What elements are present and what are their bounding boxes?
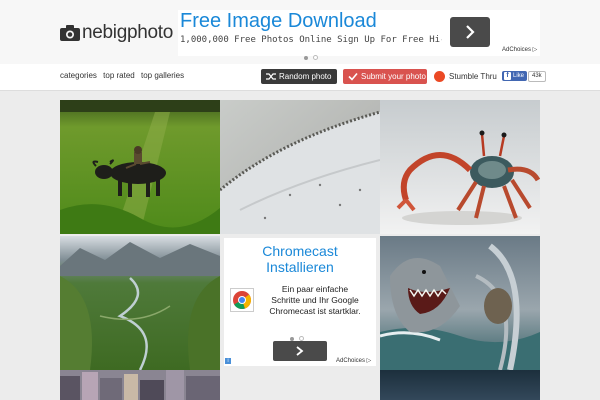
site-header: nebigphoto Free Image Download 1,000,000… [0,0,600,64]
nav-link-top-rated[interactable]: top rated [103,71,135,80]
photo-buffalo-field [60,100,220,234]
ad-title[interactable]: Free Image Download [180,10,377,32]
fb-like-label: Like [513,73,525,79]
chevron-right-icon [466,25,475,39]
photo-snow-ridge [220,100,380,234]
photo-dark-sky [380,370,540,400]
ad-next-button[interactable] [450,17,490,47]
adchoices-label[interactable]: AdChoices ▷ [502,46,537,53]
photo-tile-dark-sky[interactable] [380,370,540,400]
ad-pagination [304,47,323,65]
pagination-dot[interactable] [313,55,318,60]
ad-info-icon[interactable]: i [225,358,231,364]
shuffle-icon [266,73,276,80]
chevron-right-icon [296,346,304,356]
ad-title-line2: Installieren [266,259,334,275]
photo-city [60,370,220,400]
photo-tile-city[interactable] [60,370,220,400]
check-icon [348,72,358,81]
stumble-thru-link[interactable]: Stumble Thru [434,69,497,84]
nav-link-categories[interactable]: categories [60,71,97,80]
ad-title-line1: Chromecast [262,243,338,259]
random-photo-label: Random photo [279,72,332,81]
ad-body-line2: Schritte und Ihr Google [271,295,359,305]
photo-shark [380,236,540,370]
photo-tile-buffalo[interactable] [60,100,220,234]
photo-crab [380,100,540,234]
nav-links: categories top rated top galleries [60,71,188,80]
photo-tile-shark[interactable] [380,236,540,370]
ad-body-line3: Chromecast ist startklar. [269,306,361,316]
stumble-label: Stumble Thru [449,72,497,81]
ad-body-line1: Ein paar einfache [281,284,349,294]
facebook-icon: f [504,72,511,80]
chrome-logo-icon [230,288,254,312]
camera-icon [60,25,80,41]
nav-link-top-galleries[interactable]: top galleries [141,71,184,80]
facebook-like-count: 43k [528,71,546,82]
submit-photo-label: Submit your photo [361,72,426,81]
facebook-like-button[interactable]: f Like [502,71,528,81]
photo-tile-crab[interactable] [380,100,540,234]
top-banner-ad[interactable]: Free Image Download 1,000,000 Free Photo… [178,10,540,60]
site-logo[interactable]: nebigphoto [60,22,173,44]
logo-text: nebigphoto [82,22,174,43]
pagination-dot-active[interactable] [304,56,308,60]
random-photo-button[interactable]: Random photo [261,69,337,84]
ad-title[interactable]: Chromecast Installieren [224,243,376,275]
photo-green-valley [60,236,220,370]
ad-next-button[interactable] [273,341,327,361]
ad-body: Ein paar einfache Schritte und Ihr Googl… [256,284,374,317]
photo-tile-snow-ridge[interactable] [220,100,380,234]
inline-ad-chromecast[interactable]: Chromecast Installieren Ein paar einfach… [224,238,376,366]
ad-subtitle: 1,000,000 Free Photos Online Sign Up For… [180,35,442,45]
submit-photo-button[interactable]: Submit your photo [343,69,427,84]
nav-bar: categories top rated top galleries Rando… [0,64,600,91]
stumbleupon-icon [434,71,445,82]
adchoices-label[interactable]: AdChoices ▷ [336,357,371,364]
photo-tile-valley[interactable] [60,236,220,370]
